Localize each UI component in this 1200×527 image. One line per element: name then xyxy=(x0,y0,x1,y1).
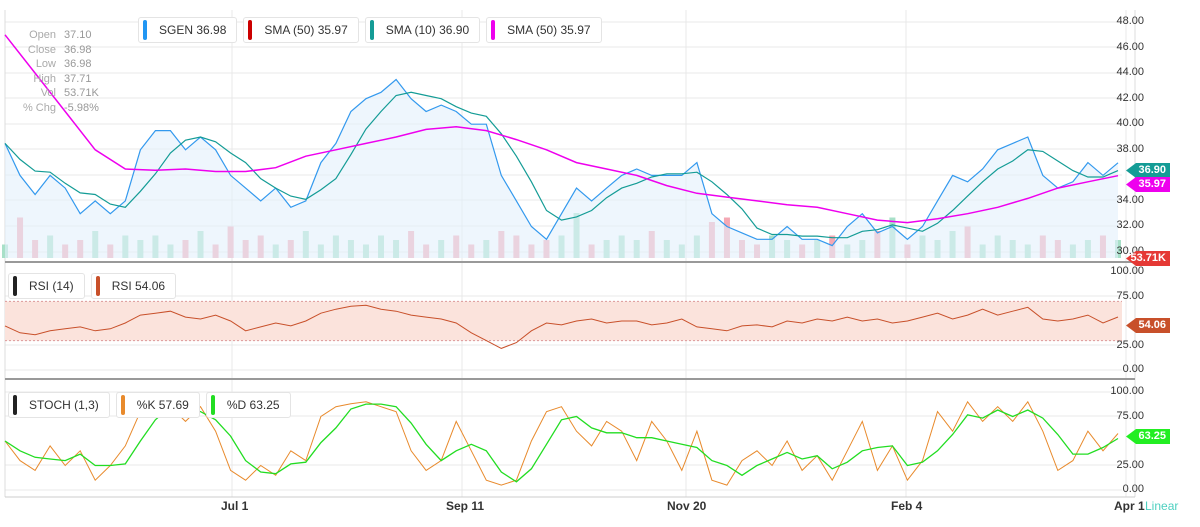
ohlc-row: Vol 53.71K xyxy=(10,86,99,101)
x-tick-apr1: Apr 1 xyxy=(1114,499,1145,513)
ohlc-key: Low xyxy=(35,58,56,70)
y-tick-label: 32.00 xyxy=(1116,219,1144,232)
ohlc-value: 53.71K xyxy=(64,87,99,99)
legend-label: STOCH (1,3) xyxy=(29,398,99,412)
legend-color-swatch xyxy=(95,276,100,296)
legend-item[interactable]: SMA (10) 36.90 xyxy=(364,17,481,43)
chart-canvas xyxy=(2,10,1136,498)
ohlc-row: Low 36.98 xyxy=(10,57,99,72)
legend-item[interactable]: RSI 54.06 xyxy=(90,273,177,299)
y-tick-label: 75.00 xyxy=(1116,409,1144,422)
legend-label: SMA (50) 35.97 xyxy=(507,23,591,37)
y-tick-label: 38.00 xyxy=(1116,142,1144,155)
legend-item[interactable]: SMA (50) 35.97 xyxy=(243,17,359,43)
y-tick-label: 34.00 xyxy=(1116,193,1144,206)
ohlc-value: 36.98 xyxy=(64,58,92,70)
legend-color-swatch xyxy=(248,20,253,40)
ohlc-row: High 37.71 xyxy=(10,72,99,87)
stoch-legend: STOCH (1,3) %K 57.69 %D 63.25 xyxy=(8,392,291,418)
legend-item[interactable]: STOCH (1,3) xyxy=(8,392,110,418)
ohlc-row: Open 37.10 xyxy=(10,28,99,43)
y-tick-label: 46.00 xyxy=(1116,40,1144,53)
ohlc-key: % Chg xyxy=(22,101,56,114)
legend-item[interactable]: %K 57.69 xyxy=(115,392,200,418)
legend-color-swatch xyxy=(13,395,17,415)
legend-color-swatch xyxy=(210,395,215,415)
y-tick-label: 0.00 xyxy=(1122,483,1144,495)
y-tick-label: 100.00 xyxy=(1110,265,1144,277)
legend-item[interactable]: SGEN 36.98 xyxy=(138,17,238,43)
y-tick-label: 44.00 xyxy=(1116,66,1144,79)
legend-item[interactable]: %D 63.25 xyxy=(205,392,291,418)
legend-label: %K 57.69 xyxy=(136,398,189,412)
legend-color-swatch xyxy=(120,395,125,415)
ohlc-readout: Open 37.10 Close 36.98 Low 36.98 High 37.71 Vol 5… xyxy=(10,28,99,115)
ohlc-key: Open xyxy=(29,29,56,41)
price-legend: SGEN 36.98 SMA (50) 35.97 SMA (10) 36.90 SM… xyxy=(138,17,602,43)
stock-chart: SGEN 36.98 SMA (50) 35.97 SMA (10) 36.90 SM… xyxy=(0,0,1200,527)
x-tick-sep11: Sep 11 xyxy=(446,499,485,513)
y-tick-label: 25.00 xyxy=(1116,338,1144,351)
legend-color-swatch xyxy=(369,20,374,40)
price-area xyxy=(5,79,1118,258)
legend-label: RSI (14) xyxy=(29,279,74,293)
y-tick-label: 75.00 xyxy=(1116,289,1144,302)
legend-color-swatch xyxy=(491,20,496,40)
legend-label: SMA (10) 36.90 xyxy=(385,23,470,37)
ohlc-value: 37.10 xyxy=(64,29,92,41)
rsi-legend: RSI (14) RSI 54.06 xyxy=(8,273,177,299)
legend-color-swatch xyxy=(143,20,147,40)
x-tick-jul1: Jul 1 xyxy=(221,499,249,513)
legend-color-swatch xyxy=(13,276,17,296)
ohlc-key: High xyxy=(33,72,56,85)
ohlc-value: 36.98 xyxy=(64,43,92,56)
y-tick-label: 0.00 xyxy=(1122,363,1144,375)
y-tick-label: 100.00 xyxy=(1110,385,1144,397)
ohlc-row: Close 36.98 xyxy=(10,43,99,58)
ohlc-key: Vol xyxy=(40,87,56,99)
legend-label: %D 63.25 xyxy=(226,398,280,412)
y-tick-label: 48.00 xyxy=(1116,15,1144,27)
rsi-band xyxy=(5,301,1122,341)
y-tick-label: 42.00 xyxy=(1116,91,1144,104)
x-tick-nov20: Nov 20 xyxy=(667,499,707,513)
x-tick-feb4: Feb 4 xyxy=(891,499,923,513)
scale-linear-toggle[interactable]: Linear xyxy=(1145,499,1178,513)
ohlc-value: -5.98% xyxy=(64,101,99,114)
legend-label: SMA (50) 35.97 xyxy=(264,23,348,37)
legend-label: SGEN 36.98 xyxy=(159,23,227,37)
y-tick-label: 25.00 xyxy=(1116,458,1144,471)
legend-label: RSI 54.06 xyxy=(111,279,166,293)
ohlc-row: % Chg -5.98% xyxy=(10,101,99,116)
y-tick-label: 40.00 xyxy=(1116,117,1144,130)
legend-item[interactable]: SMA (50) 35.97 xyxy=(486,17,602,43)
legend-item[interactable]: RSI (14) xyxy=(8,273,85,299)
ohlc-value: 37.71 xyxy=(64,72,92,85)
ohlc-key: Close xyxy=(27,43,56,56)
